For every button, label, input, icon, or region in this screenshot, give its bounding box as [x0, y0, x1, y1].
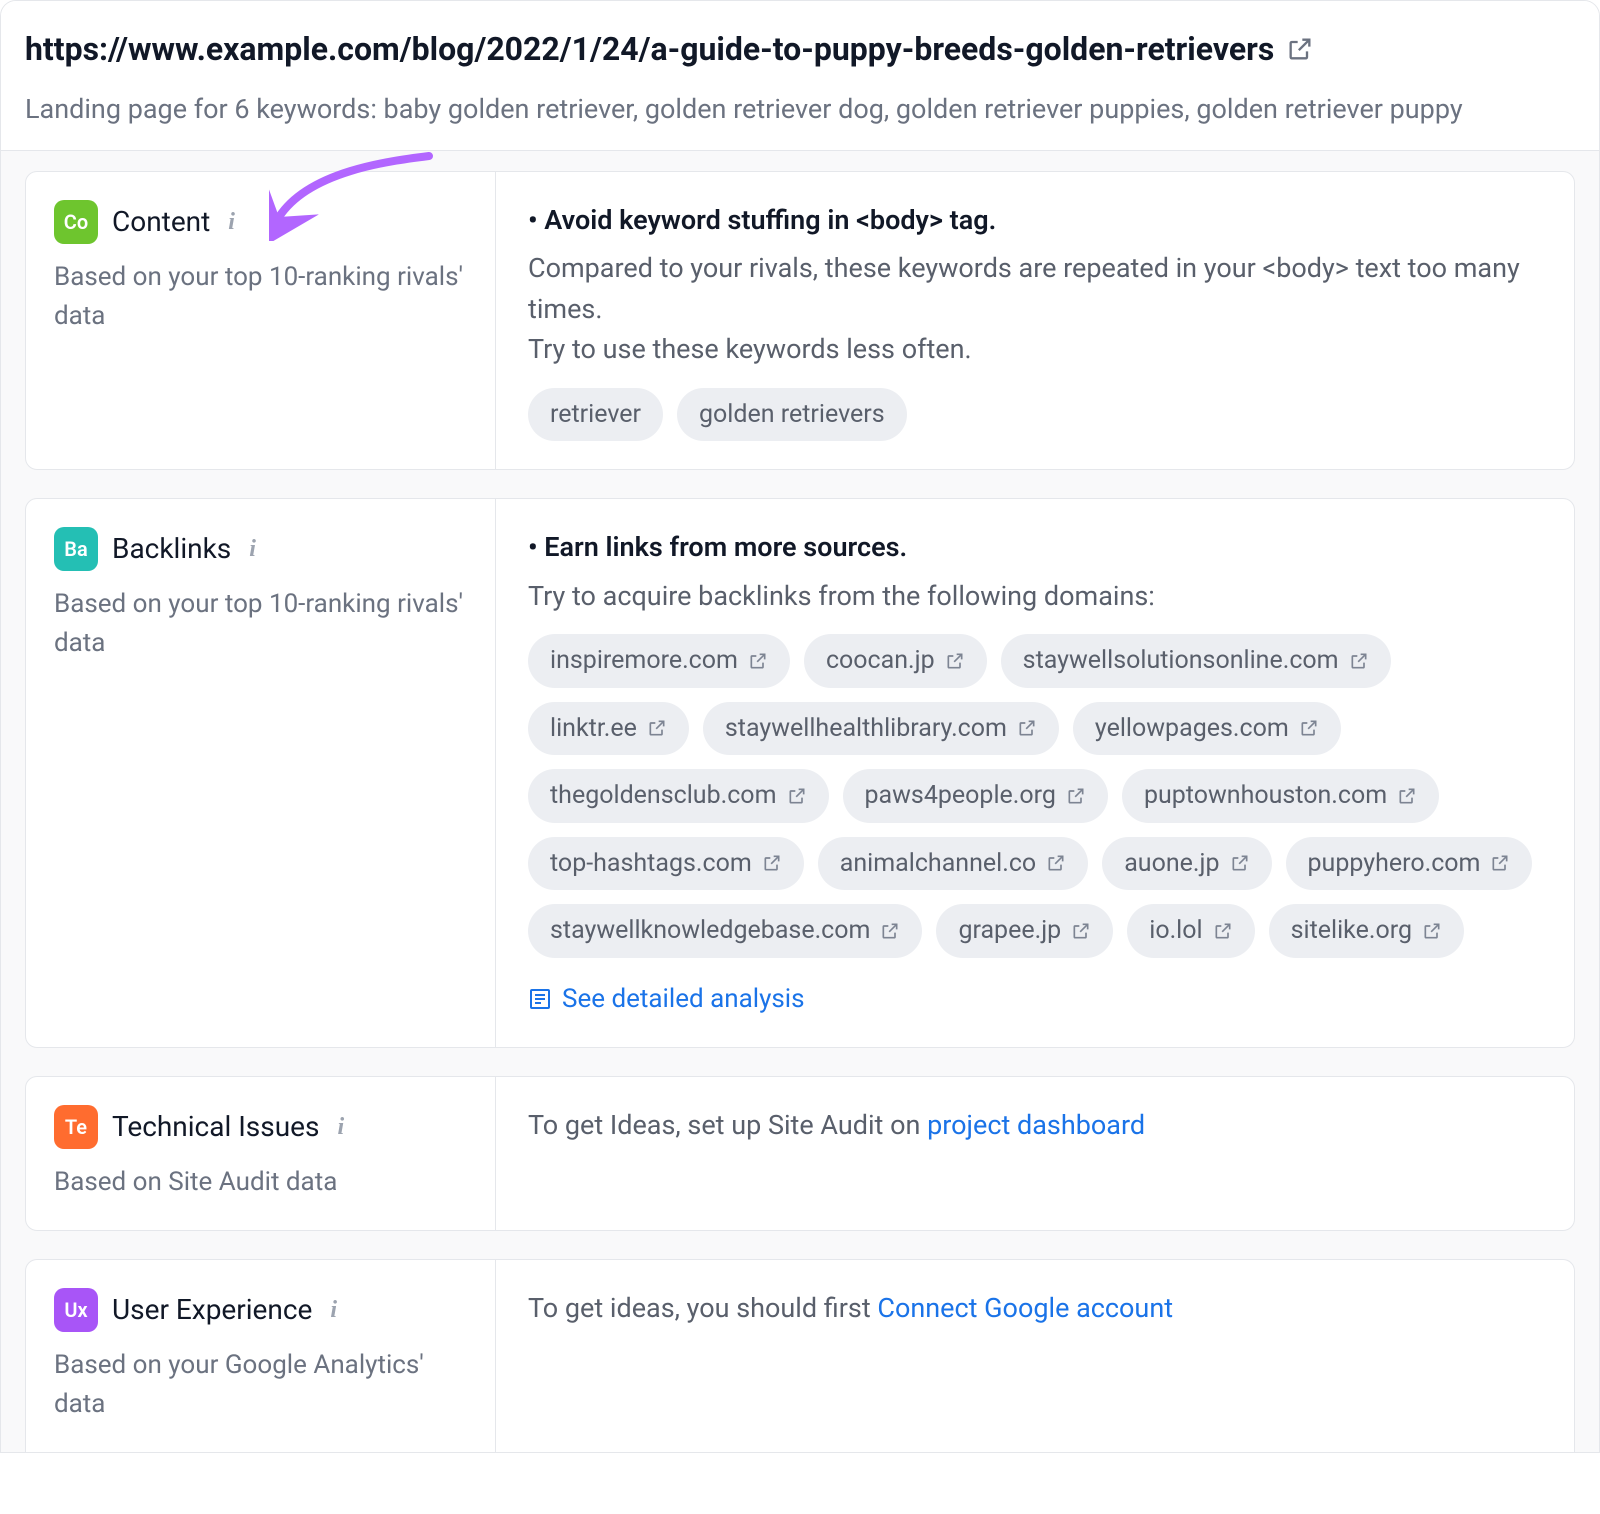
- external-link-icon: [880, 921, 900, 941]
- external-link-icon: [748, 651, 768, 671]
- external-link-icon: [1046, 853, 1066, 873]
- content-keyword-chips: retriever golden retrievers: [528, 388, 1542, 442]
- ux-subtext: Based on your Google Analytics' data: [54, 1346, 467, 1424]
- backlink-domain-chip[interactable]: puppyhero.com: [1286, 837, 1533, 891]
- external-link-icon: [1299, 718, 1319, 738]
- project-dashboard-link[interactable]: project dashboard: [927, 1109, 1145, 1141]
- page-url[interactable]: https://www.example.com/blog/2022/1/24/a…: [25, 25, 1274, 73]
- backlinks-badge: Ba: [54, 527, 98, 571]
- ux-title: User Experience: [112, 1289, 312, 1331]
- backlink-domain-chip[interactable]: sitelike.org: [1269, 904, 1464, 958]
- external-link-icon: [1066, 786, 1086, 806]
- backlink-domain-chip[interactable]: staywellhealthlibrary.com: [703, 702, 1059, 756]
- external-link-icon: [1017, 718, 1037, 738]
- ux-badge: Ux: [54, 1288, 98, 1332]
- backlink-domain-chip[interactable]: yellowpages.com: [1073, 702, 1341, 756]
- technical-idea-text: To get Ideas, set up Site Audit on proje…: [528, 1105, 1542, 1146]
- backlink-domain-chip[interactable]: thegoldensclub.com: [528, 769, 829, 823]
- external-link-icon: [1213, 921, 1233, 941]
- content-idea-desc: Compared to your rivals, these keywords …: [528, 248, 1542, 370]
- external-link-icon: [1071, 921, 1091, 941]
- see-detailed-analysis-link[interactable]: See detailed analysis: [528, 980, 805, 1019]
- backlink-domain-chip[interactable]: linktr.ee: [528, 702, 689, 756]
- backlink-domain-chip[interactable]: paws4people.org: [843, 769, 1108, 823]
- info-icon[interactable]: i: [224, 204, 239, 240]
- content-subtext: Based on your top 10-ranking rivals' dat…: [54, 258, 467, 336]
- technical-badge: Te: [54, 1105, 98, 1149]
- info-icon[interactable]: i: [326, 1292, 341, 1328]
- ux-idea-text: To get ideas, you should first Connect G…: [528, 1288, 1542, 1329]
- content-title: Content: [112, 201, 210, 243]
- info-icon[interactable]: i: [333, 1109, 348, 1145]
- external-link-icon: [647, 718, 667, 738]
- external-link-icon: [787, 786, 807, 806]
- backlink-domain-chip[interactable]: staywellknowledgebase.com: [528, 904, 922, 958]
- backlink-domain-chip[interactable]: puptownhouston.com: [1122, 769, 1439, 823]
- card-ux: Ux User Experience i Based on your Googl…: [25, 1259, 1575, 1452]
- external-link-icon: [1349, 651, 1369, 671]
- backlink-domain-chip[interactable]: grapee.jp: [936, 904, 1113, 958]
- backlinks-idea-title: • Earn links from more sources.: [528, 527, 1542, 568]
- external-link-icon: [762, 853, 782, 873]
- card-content: Co Content i Based on your top 10-rankin…: [25, 171, 1575, 471]
- backlink-domain-chip[interactable]: coocan.jp: [804, 634, 987, 688]
- page-subtitle: Landing page for 6 keywords: baby golden…: [25, 89, 1575, 130]
- external-link-icon: [1397, 786, 1417, 806]
- connect-google-link[interactable]: Connect Google account: [877, 1292, 1173, 1324]
- info-icon[interactable]: i: [245, 531, 260, 567]
- backlink-domain-chip[interactable]: top-hashtags.com: [528, 837, 804, 891]
- backlinks-subtext: Based on your top 10-ranking rivals' dat…: [54, 585, 467, 663]
- external-link-icon: [945, 651, 965, 671]
- external-link-icon: [1490, 853, 1510, 873]
- card-technical: Te Technical Issues i Based on Site Audi…: [25, 1076, 1575, 1231]
- backlink-domain-chip[interactable]: staywellsolutionsonline.com: [1001, 634, 1391, 688]
- keyword-chip: golden retrievers: [677, 388, 907, 442]
- backlink-domain-chip[interactable]: inspiremore.com: [528, 634, 790, 688]
- report-icon: [528, 987, 552, 1011]
- backlink-domain-chip[interactable]: auone.jp: [1102, 837, 1271, 891]
- external-link-icon: [1230, 853, 1250, 873]
- card-backlinks: Ba Backlinks i Based on your top 10-rank…: [25, 498, 1575, 1048]
- external-link-icon: [1422, 921, 1442, 941]
- technical-title: Technical Issues: [112, 1106, 319, 1148]
- backlinks-idea-desc: Try to acquire backlinks from the follow…: [528, 576, 1542, 617]
- technical-subtext: Based on Site Audit data: [54, 1163, 467, 1202]
- backlink-domain-chip[interactable]: io.lol: [1127, 904, 1254, 958]
- backlink-domain-chip[interactable]: animalchannel.co: [818, 837, 1088, 891]
- backlinks-title: Backlinks: [112, 528, 231, 570]
- content-idea-title: • Avoid keyword stuffing in <body> tag.: [528, 200, 1542, 241]
- backlinks-domain-chips: inspiremore.com coocan.jp staywellsolution…: [528, 634, 1542, 958]
- keyword-chip: retriever: [528, 388, 663, 442]
- external-link-icon[interactable]: [1286, 35, 1314, 63]
- page-header: https://www.example.com/blog/2022/1/24/a…: [1, 1, 1599, 151]
- content-badge: Co: [54, 200, 98, 244]
